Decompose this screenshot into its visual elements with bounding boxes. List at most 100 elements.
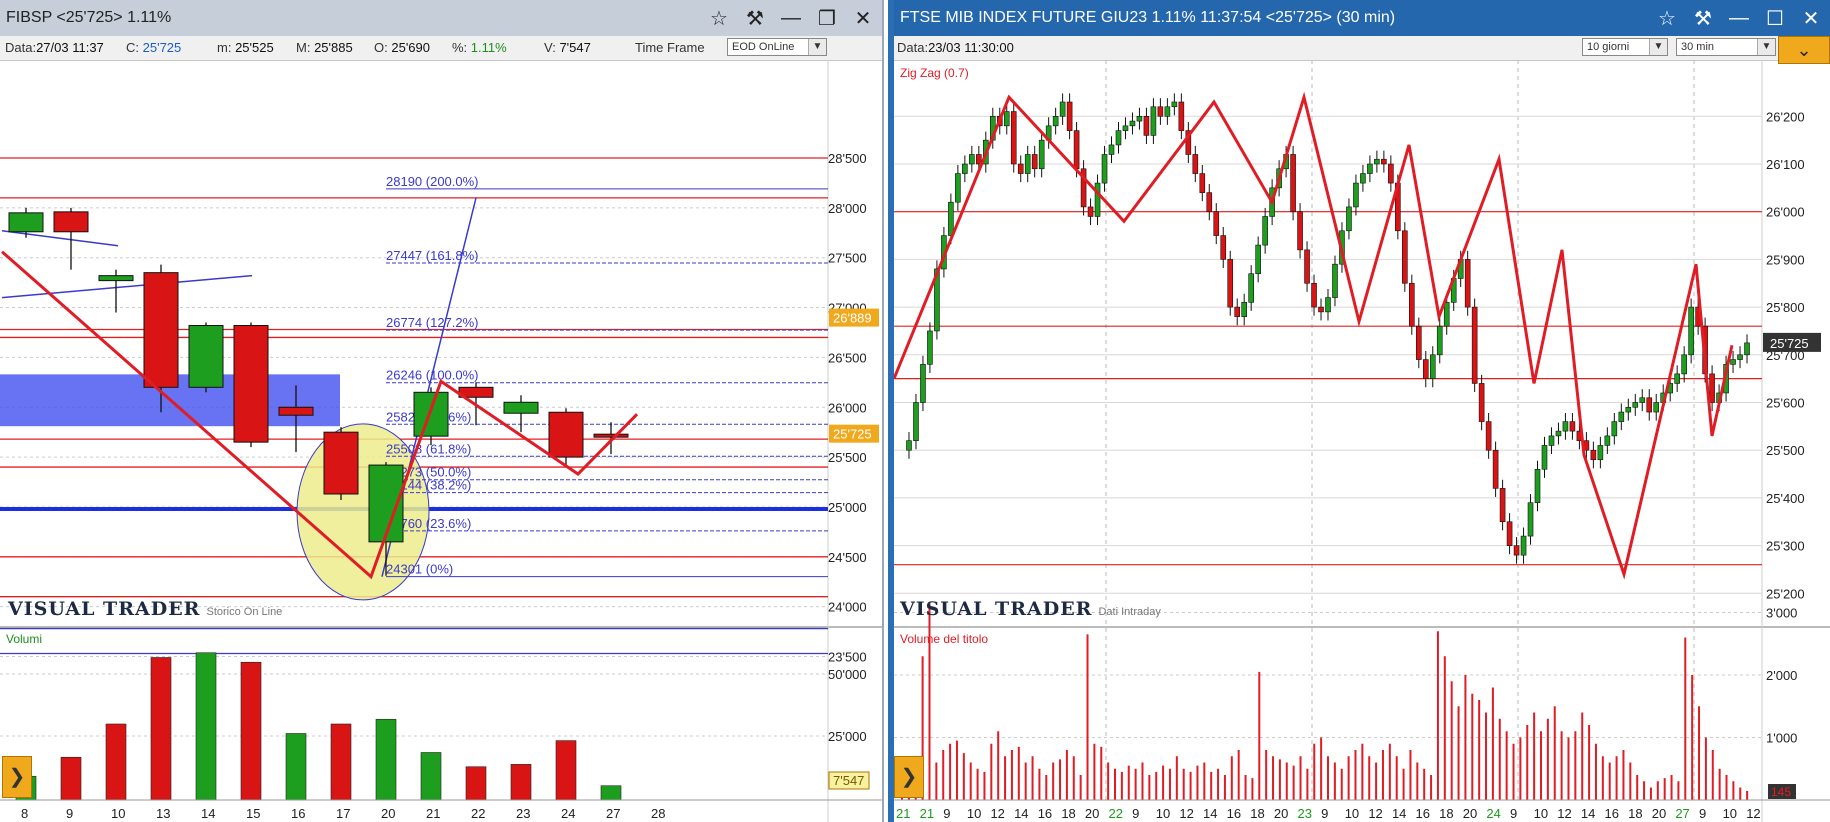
volume-pane-label: Volume del titolo	[900, 632, 988, 646]
price-axis-label: 24'500	[828, 550, 867, 565]
right-window-controls: ☆ ⚒ — ☐ ✕	[1652, 3, 1826, 33]
candle-body	[1506, 521, 1513, 546]
candle-body	[1234, 306, 1241, 317]
minimize-icon[interactable]: —	[1724, 3, 1754, 33]
x-axis-label: 10	[111, 806, 125, 821]
x-axis-label: 16	[1416, 806, 1430, 821]
x-axis-label: 28	[651, 806, 665, 821]
period-select[interactable]: 10 giorni ▼	[1582, 38, 1668, 56]
candle-body	[1192, 154, 1199, 174]
candle-body	[1590, 449, 1597, 461]
candle-body	[1297, 211, 1303, 251]
candle-body	[1038, 139, 1045, 170]
x-axis-label: 23	[516, 806, 530, 821]
candle-body	[1227, 259, 1234, 308]
left-window-controls: ☆ ⚒ — ❐ ✕	[704, 3, 878, 33]
right-nav-button[interactable]: ❯	[894, 756, 924, 798]
x-axis-label: 13	[156, 806, 170, 821]
candle-body	[1730, 359, 1736, 365]
right-title-bar[interactable]: FTSE MIB INDEX FUTURE GIU23 1.11% 11:37:…	[894, 0, 1830, 36]
star-icon[interactable]: ☆	[704, 3, 734, 33]
x-axis-label: 8	[21, 806, 28, 821]
candle-body	[1157, 106, 1164, 117]
fib-level-label: 24301 (0%)	[386, 562, 453, 577]
candle-body	[1052, 116, 1059, 127]
price-axis-label: 28'000	[828, 201, 867, 216]
x-axis-label: 12	[1746, 806, 1760, 821]
candle-body	[1527, 502, 1534, 537]
candle-body	[1471, 306, 1478, 384]
x-axis-label: 18	[1439, 806, 1453, 821]
candle-body	[1478, 383, 1485, 422]
x-axis-label: 16	[1604, 806, 1618, 821]
price-axis-label: 26'200	[1766, 109, 1805, 124]
candle-body	[920, 364, 926, 403]
right-chart-window: FTSE MIB INDEX FUTURE GIU23 1.11% 11:37:…	[888, 0, 1830, 822]
candle-body	[1171, 101, 1178, 108]
x-axis-label: 15	[246, 806, 260, 821]
candle-body	[1402, 230, 1408, 284]
left-nav-button[interactable]: ❯	[2, 756, 32, 798]
left-title-bar[interactable]: FIBSP <25'725> 1.11% ☆ ⚒ — ❐ ✕	[0, 0, 882, 36]
candle-body	[1674, 373, 1680, 384]
candle-body	[1220, 235, 1227, 260]
pin-icon[interactable]: ⚒	[1688, 3, 1718, 33]
timeframe-select[interactable]: EOD OnLine ▼	[727, 38, 827, 56]
candle-body	[948, 201, 954, 236]
candle-body	[955, 173, 961, 203]
candle-body	[1311, 282, 1317, 308]
date-field: Data:27/03 11:37	[5, 40, 104, 55]
x-axis-label: 21	[896, 806, 910, 821]
star-icon[interactable]: ☆	[1652, 3, 1682, 33]
chevron-down-icon: ▼	[1649, 39, 1667, 55]
chevron-right-icon: ❯	[8, 766, 26, 788]
candle-body	[1555, 430, 1562, 437]
x-axis-label: 24	[561, 806, 575, 821]
close-icon[interactable]: ✕	[848, 3, 878, 33]
close-icon[interactable]: ✕	[1796, 3, 1826, 33]
candle-body	[1562, 421, 1569, 432]
price-axis-label: 25'400	[1766, 491, 1805, 506]
x-axis-label: 20	[1463, 806, 1477, 821]
candle-body	[1653, 402, 1660, 413]
candle-body	[1422, 359, 1429, 379]
x-axis-label: 22	[471, 806, 485, 821]
volume-value-label: 7'547	[833, 773, 864, 788]
candle-body	[1318, 306, 1324, 313]
candle-body	[1143, 116, 1150, 136]
price-axis-label: 25'900	[1766, 252, 1805, 267]
volume-bar	[195, 652, 217, 801]
right-price-chart: 26'20026'10026'00025'90025'80025'70025'6…	[894, 60, 1830, 822]
maximize-icon[interactable]: ☐	[1760, 3, 1790, 33]
candle-body	[1325, 297, 1331, 313]
timeframe-label: Time Frame	[635, 40, 705, 55]
x-axis-label: 14	[1392, 806, 1406, 821]
x-axis-label: 21	[920, 806, 934, 821]
candle-body	[1353, 182, 1359, 208]
x-axis-label: 12	[1368, 806, 1382, 821]
candle-body	[323, 431, 359, 495]
price-axis-label: 26'000	[1766, 205, 1805, 220]
candle-body	[1094, 182, 1101, 217]
x-axis-label: 27	[606, 806, 620, 821]
restore-icon[interactable]: ❐	[812, 3, 842, 33]
x-axis-label: 23	[1297, 806, 1311, 821]
candle-body	[962, 163, 968, 174]
pin-icon[interactable]: ⚒	[740, 3, 770, 33]
candle-body	[1108, 144, 1115, 155]
indicator-label: Zig Zag (0.7)	[900, 66, 969, 80]
candle-body	[548, 411, 584, 458]
chevron-down-icon: ▼	[808, 39, 826, 55]
candle-body	[1367, 163, 1373, 174]
volume-bar	[420, 752, 442, 801]
volume-bar	[555, 740, 577, 801]
x-axis-label: 9	[943, 806, 950, 821]
candle-body	[976, 154, 982, 165]
x-axis-label: 24	[1486, 806, 1500, 821]
minimize-icon[interactable]: —	[776, 3, 806, 33]
interval-select[interactable]: 30 min ▼	[1676, 38, 1776, 56]
volume-value-label: 145	[1771, 785, 1791, 799]
price-axis-label: 26'500	[828, 350, 867, 365]
volume-bar	[330, 723, 352, 801]
price-axis-label: 26'000	[828, 400, 867, 415]
